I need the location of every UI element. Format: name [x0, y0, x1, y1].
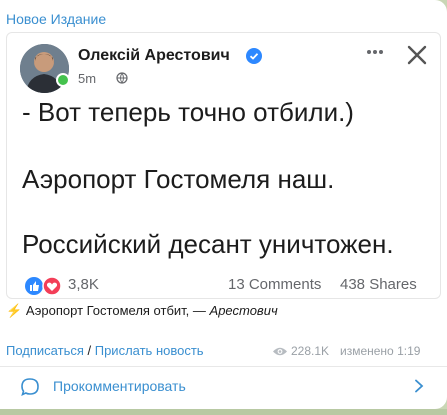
comment-label: Прокомментировать: [53, 378, 186, 394]
globe-icon: [116, 72, 128, 84]
online-status-indicator: [56, 73, 70, 87]
caption-text: Аэропорт Гостомеля отбит, —: [25, 303, 206, 318]
lightning-icon: ⚡: [6, 303, 23, 318]
more-options-icon[interactable]: [365, 44, 385, 60]
footer-links: Подписаться / Прислать новость: [6, 343, 204, 358]
send-news-link[interactable]: Прислать новость: [95, 343, 204, 358]
message-bubble: Новое Издание Олексій Арестович 5m - Вот…: [0, 0, 447, 409]
verified-badge-icon: [246, 48, 262, 64]
chat-background: [0, 409, 447, 415]
post-text-line-2: Аэропорт Гостомеля наш.: [22, 164, 335, 194]
reaction-count: 3,8K: [68, 276, 99, 293]
subscribe-link[interactable]: Подписаться: [6, 343, 84, 358]
footer-separator: /: [83, 343, 95, 358]
post-time: 5m: [78, 71, 97, 86]
edited-timestamp: изменено 1:19: [340, 344, 421, 358]
close-icon[interactable]: [406, 44, 428, 66]
shares-count: 438 Shares: [340, 276, 417, 293]
comment-button[interactable]: Прокомментировать: [0, 367, 447, 405]
chevron-right-icon: [415, 379, 424, 393]
reactions-icon[interactable]: [24, 276, 64, 296]
post-author[interactable]: Олексій Арестович: [78, 47, 230, 65]
comments-count: 13 Comments: [228, 276, 322, 293]
caption-author: Арестович: [209, 303, 278, 318]
message-caption: ⚡ Аэропорт Гостомеля отбит, — Арестович: [6, 303, 278, 319]
channel-name[interactable]: Новое Издание: [6, 11, 106, 27]
view-count: 228.1K: [291, 344, 330, 358]
post-text-line-3: Российский десант уничтожен.: [22, 229, 394, 259]
eye-icon: [273, 347, 287, 356]
post-text-line-1: - Вот теперь точно отбили.): [22, 97, 354, 127]
comment-icon: [21, 378, 39, 396]
